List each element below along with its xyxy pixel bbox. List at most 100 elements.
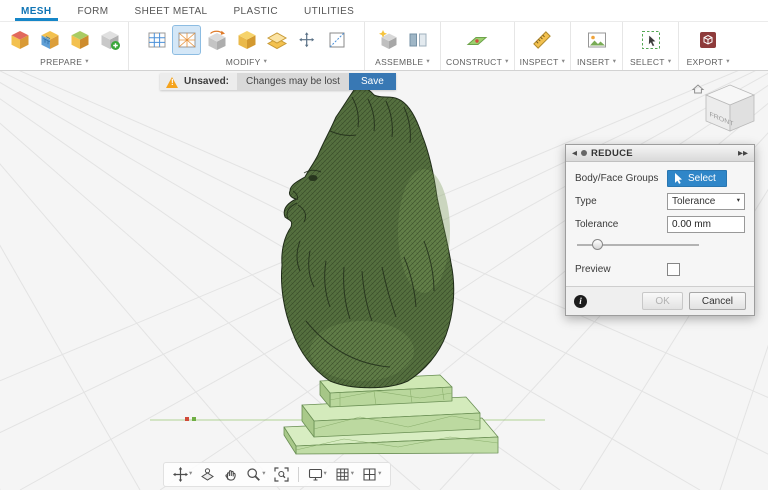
convert-mesh-button[interactable]: [66, 26, 93, 54]
unsaved-warning-bar: ! Unsaved: Changes may be lost Save: [160, 73, 396, 90]
origin-y-handle: [192, 417, 196, 421]
ribbon-group-label-construct[interactable]: CONSTRUCT ▾: [446, 55, 509, 67]
viewports-icon: [362, 467, 377, 482]
select-button-label: Select: [688, 173, 716, 184]
repair-mesh-button[interactable]: [36, 26, 63, 54]
ok-button[interactable]: OK: [642, 292, 682, 310]
chevron-down-icon: ▾: [613, 59, 617, 66]
pan-hand-button[interactable]: [220, 465, 241, 484]
reduce-button[interactable]: [173, 26, 200, 54]
group-label-text: SELECT: [630, 57, 665, 67]
group-label-text: PREPARE: [40, 57, 82, 67]
chevron-down-icon: ▾: [737, 198, 740, 205]
viewports-button[interactable]: ▾: [359, 465, 384, 484]
combine-button[interactable]: [233, 26, 260, 54]
move-icon: [296, 29, 318, 51]
look-at-button[interactable]: [197, 465, 218, 484]
cancel-button[interactable]: Cancel: [689, 292, 746, 310]
view-cube[interactable]: FRONT: [690, 79, 762, 141]
dialog-expand-icon[interactable]: ▶▶: [738, 149, 748, 157]
3d-print-icon: [697, 29, 719, 51]
insert-mesh-button[interactable]: [96, 26, 123, 54]
3d-print-button[interactable]: [695, 26, 722, 54]
ribbon-group-export: EXPORT ▾: [679, 22, 737, 70]
navigation-bar: ▾ ▾ ▾ ▾ ▾: [163, 462, 391, 487]
warning-title: ! Unsaved:: [160, 73, 237, 90]
save-button[interactable]: Save: [349, 73, 396, 90]
select-cursor-icon: [640, 29, 662, 51]
tab-label: UTILITIES: [304, 6, 354, 17]
chevron-down-icon: ▾: [351, 471, 354, 478]
dialog-collapse-icon[interactable]: ◀: [572, 149, 577, 157]
tab-form[interactable]: FORM: [65, 1, 122, 21]
preview-checkbox[interactable]: [667, 263, 680, 276]
select-tool-button[interactable]: [637, 26, 664, 54]
view-cube-graphic: FRONT: [690, 79, 762, 141]
tolerance-slider[interactable]: [577, 238, 699, 252]
remesh-icon: [146, 29, 168, 51]
insert-canvas-button[interactable]: [583, 26, 610, 54]
chevron-down-icon: ▾: [505, 59, 509, 66]
convert-mesh-icon: [69, 29, 91, 51]
zoom-button[interactable]: ▾: [243, 465, 268, 484]
join-icon: [407, 29, 429, 51]
type-dropdown[interactable]: Tolerance ▾: [667, 193, 745, 210]
join-button[interactable]: [404, 26, 431, 54]
generate-face-groups-icon: [9, 29, 31, 51]
ribbon-group-label-inspect[interactable]: INSPECT ▾: [520, 55, 566, 67]
chevron-down-icon: ▾: [378, 471, 381, 478]
tab-label: FORM: [78, 6, 109, 17]
tolerance-slider-thumb[interactable]: [592, 239, 603, 250]
fit-button[interactable]: [271, 465, 292, 484]
construct-plane-button[interactable]: [464, 26, 491, 54]
measure-button[interactable]: [529, 26, 556, 54]
ribbon-group-label-select[interactable]: SELECT ▾: [628, 55, 673, 67]
warning-message: Changes may be lost: [237, 73, 349, 90]
origin-x-handle: [185, 417, 189, 421]
grid-icon: [335, 467, 350, 482]
display-settings-button[interactable]: ▾: [305, 465, 330, 484]
tab-utilities[interactable]: UTILITIES: [291, 1, 367, 21]
plane-cut-button[interactable]: [263, 26, 290, 54]
ribbon-group-label-export[interactable]: EXPORT ▾: [684, 55, 732, 67]
reduce-icon: [176, 29, 198, 51]
repair-mesh-icon: [39, 29, 61, 51]
make-closed-mesh-button[interactable]: [203, 26, 230, 54]
dialog-grip-icon: [581, 150, 587, 156]
ribbon-group-inspect: INSPECT ▾: [515, 22, 572, 70]
pan-button[interactable]: ▾: [170, 465, 195, 484]
info-icon[interactable]: i: [574, 295, 587, 308]
ribbon-group-select: SELECT ▾: [623, 22, 679, 70]
tab-sheet-metal[interactable]: SHEET METAL: [122, 1, 221, 21]
body-face-groups-select-button[interactable]: Select: [667, 170, 727, 187]
generate-face-groups-button[interactable]: [6, 26, 33, 54]
erase-and-fill-button[interactable]: [323, 26, 350, 54]
chevron-down-icon: ▾: [262, 471, 265, 478]
group-label-text: EXPORT: [687, 57, 724, 67]
chevron-down-icon: ▾: [264, 59, 268, 66]
home-icon: [693, 85, 703, 93]
tab-plastic[interactable]: PLASTIC: [220, 1, 290, 21]
ribbon-group-label-prepare[interactable]: PREPARE ▾: [6, 55, 123, 67]
reduce-dialog-header[interactable]: ◀ REDUCE ▶▶: [566, 145, 754, 162]
tolerance-input[interactable]: [667, 216, 745, 233]
ribbon-group-label-modify[interactable]: MODIFY ▾: [134, 55, 359, 67]
type-dropdown-value: Tolerance: [672, 196, 715, 207]
ribbon-group-label-assemble[interactable]: ASSEMBLE ▾: [370, 55, 435, 67]
type-label: Type: [575, 196, 667, 207]
remesh-button[interactable]: [143, 26, 170, 54]
workspace-tab-bar: MESH FORM SHEET METAL PLASTIC UTILITIES: [0, 0, 768, 22]
new-component-button[interactable]: [374, 26, 401, 54]
navbar-divider: [298, 467, 299, 482]
erase-and-fill-icon: [326, 29, 348, 51]
tab-label: PLASTIC: [233, 6, 277, 17]
grid-and-snaps-button[interactable]: ▾: [332, 465, 357, 484]
move-button[interactable]: [293, 26, 320, 54]
new-component-icon: [377, 29, 399, 51]
3d-viewport[interactable]: ! Unsaved: Changes may be lost Save FRON…: [0, 71, 768, 490]
group-label-text: ASSEMBLE: [375, 57, 423, 67]
group-label-text: INSERT: [577, 57, 610, 67]
tab-mesh[interactable]: MESH: [8, 1, 65, 21]
ribbon-group-label-insert[interactable]: INSERT ▾: [576, 55, 617, 67]
ribbon-group-construct: CONSTRUCT ▾: [441, 22, 515, 70]
